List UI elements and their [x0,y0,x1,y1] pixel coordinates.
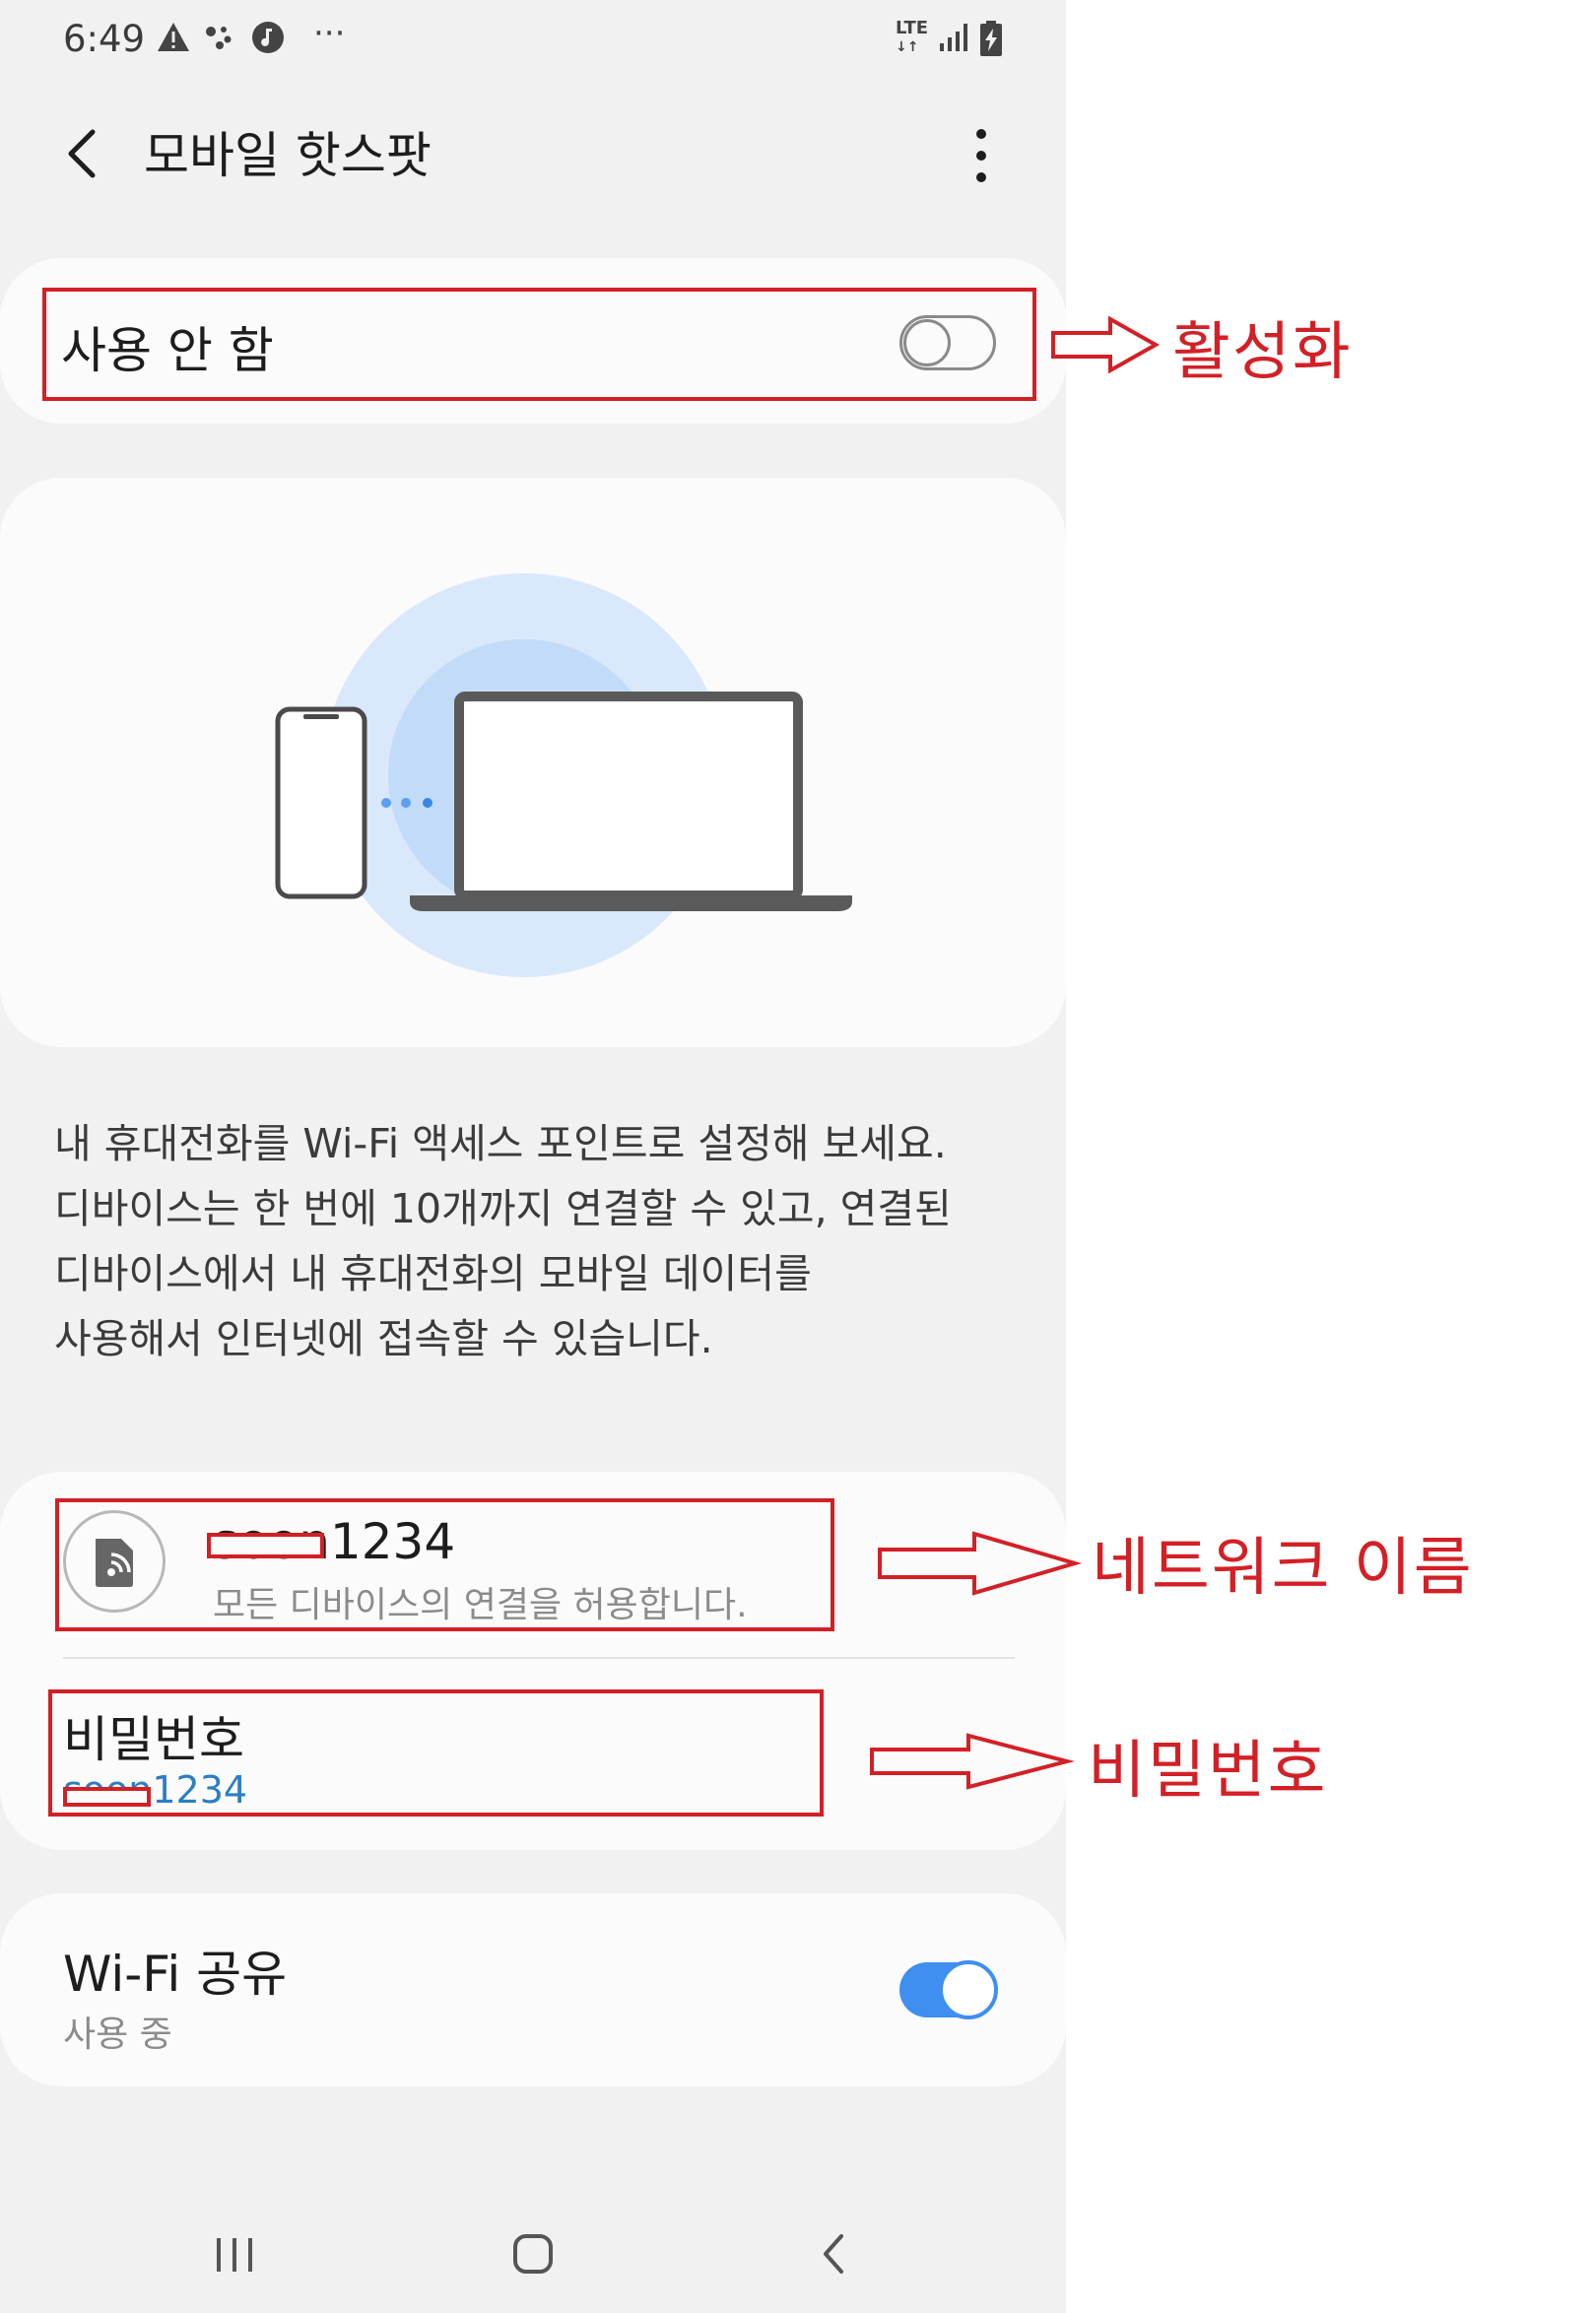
back-button[interactable] [59,118,106,189]
music-icon [250,20,286,64]
battery-charging-icon [978,20,1004,66]
wifi-sharing-switch[interactable] [899,1960,998,2019]
home-button[interactable] [494,2224,572,2283]
annotation-box-network-name [55,1498,834,1631]
hotspot-illustration [275,573,852,977]
redaction-mark-password [63,1787,151,1807]
wifi-sharing-status: 사용 중 [63,2015,172,2055]
annotation-box-password [48,1689,824,1817]
recent-apps-button[interactable] [195,2224,274,2283]
wifi-sharing-title: Wi-Fi 공유 [63,1946,288,2003]
annotation-label-activate: 활성화 [1172,316,1353,389]
more-vertical-icon [976,129,986,182]
warning-icon [156,20,191,64]
page-title: 모바일 핫스팟 [144,127,432,184]
status-bar: 6:49 ··· LTE ↓↑ [0,0,1066,79]
annotation-arrow-toggle [1051,315,1161,374]
back-icon [824,2234,843,2274]
redaction-mark-network-name [207,1533,324,1558]
switch-knob [939,1960,998,2019]
more-options-button[interactable] [964,124,999,187]
recent-apps-icon [217,2238,252,2272]
back-nav-button[interactable] [794,2224,873,2283]
signal-icon [936,20,969,62]
annotation-box-toggle [42,288,1036,401]
hotspot-description: 내 휴대전화를 Wi-Fi 액세스 포인트로 설정해 보세요. 디바이스는 한 … [54,1120,952,1362]
annotation-label-network-name: 네트워크 이름 [1092,1532,1474,1605]
annotation-label-password: 비밀번호 [1088,1735,1328,1808]
more-notifications-icon: ··· [313,14,346,53]
home-icon [513,2234,553,2274]
lte-icon: LTE ↓↑ [896,18,929,56]
status-time: 6:49 [63,18,146,60]
assistant-icon [202,20,237,64]
chevron-left-icon [68,129,96,178]
annotation-arrow-network-name [878,1531,1083,1596]
divider [63,1657,1015,1659]
annotation-arrow-password [870,1733,1075,1790]
